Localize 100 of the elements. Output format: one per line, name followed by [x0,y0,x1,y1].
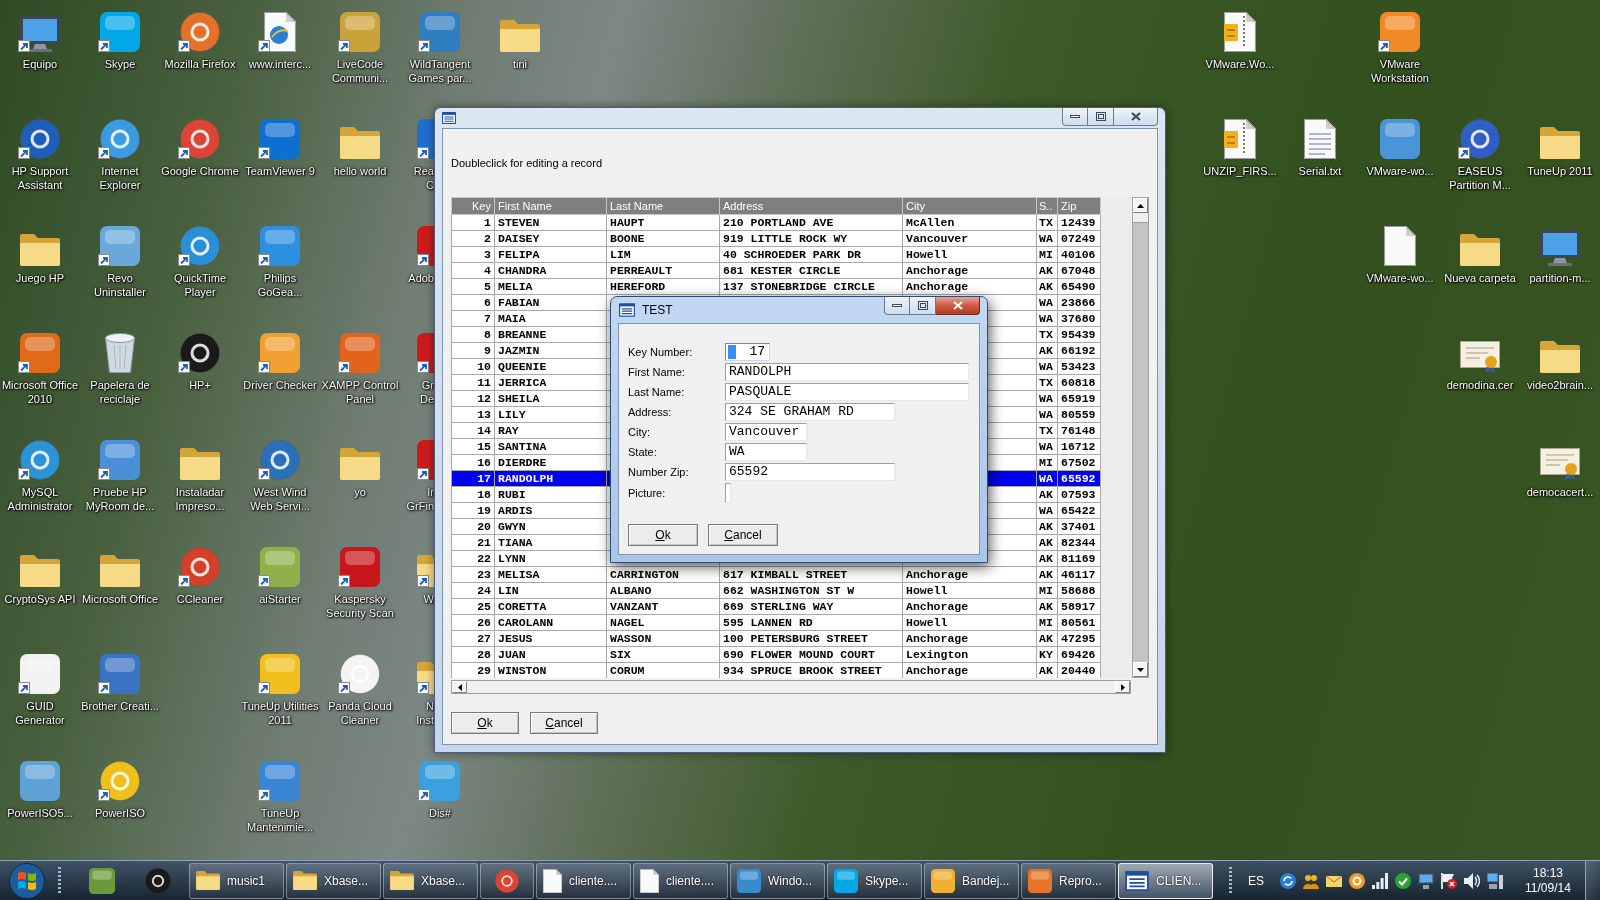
round-app-icon[interactable] [180,12,220,52]
taskbar-button[interactable]: Windo... [730,862,825,899]
app-tile-icon[interactable] [20,654,60,694]
text-field[interactable]: WA [725,443,807,461]
monitor-icon[interactable] [20,16,60,52]
desktop-icon-label[interactable]: GUID Generator [1,699,79,727]
round-app-icon[interactable] [20,119,60,159]
desktop-icon-label[interactable]: VMware Workstation [1361,57,1439,85]
app-tile-icon[interactable] [340,12,380,52]
folder-icon[interactable] [20,234,60,266]
desktop-icon-label[interactable]: PowerISO [94,806,146,820]
desktop-icon-label[interactable]: Brother Creati... [81,699,159,713]
window-icon[interactable] [442,112,456,124]
scroll-right-button[interactable] [1115,681,1130,693]
desktop-icon-label[interactable]: TuneUp Mantenimie... [241,806,319,834]
scroll-down-button[interactable] [1133,662,1148,677]
desktop-icon-label[interactable]: VMware-wo... [1366,271,1434,285]
app-tile-icon[interactable] [260,226,300,266]
app-tile-icon[interactable] [260,547,300,587]
round-app-icon[interactable] [100,761,140,801]
round-app-icon[interactable] [20,440,60,480]
taskbar-button[interactable] [480,862,534,899]
desktop-icon-label[interactable]: tini [512,57,528,71]
desktop-icon-label[interactable]: Microsoft Office 2010 [1,378,79,406]
column-header[interactable]: S.. [1036,197,1058,215]
column-header[interactable]: First Name [494,197,607,215]
round-app-icon[interactable] [180,119,220,159]
app-tile-icon[interactable] [20,333,60,373]
text-field[interactable]: RANDOLPH [725,363,969,381]
round-app-icon[interactable] [180,333,220,373]
folder-icon[interactable] [1540,127,1580,159]
desktop-icon-label[interactable]: UNZIP_FIRS... [1203,164,1277,178]
desktop-icon-label[interactable]: W [423,592,434,606]
language-indicator[interactable]: ES [1248,873,1264,888]
column-header[interactable]: Address [719,197,903,215]
app-tile-icon[interactable] [100,12,140,52]
app-tile-icon[interactable] [260,333,300,373]
desktop-icon-label[interactable]: Mozilla Firefox [164,57,236,71]
round-app-icon[interactable] [1349,872,1365,889]
app-tile-icon[interactable] [100,440,140,480]
zip-file-icon[interactable] [1224,119,1256,159]
desktop-icon-label[interactable]: VMware-wo... [1366,164,1434,178]
number-field[interactable]: 17 [725,343,770,361]
desktop-icon-label[interactable]: EASEUS Partition M... [1441,164,1519,192]
desktop-icon-label[interactable]: Google Chrome [161,164,239,178]
taskbar-button[interactable]: Repro... [1021,862,1116,899]
cancel-button[interactable]: Cancel [530,712,598,734]
desktop-icon-label[interactable]: Gr De [419,378,434,406]
taskbar-button[interactable]: CLIEN... [1118,862,1213,899]
app-tile-icon[interactable] [420,12,460,52]
desktop-icon-label[interactable]: Equipo [22,57,58,71]
taskbar-button[interactable]: cliente.... [536,862,631,899]
round-app-icon[interactable] [145,867,171,894]
picture-field[interactable] [725,483,731,503]
folder-icon[interactable] [1460,234,1500,266]
app-tile-icon[interactable] [1380,12,1420,52]
horizontal-scrollbar[interactable] [451,680,1131,694]
app-tile-icon[interactable] [1380,119,1420,159]
show-desktop-button[interactable] [1585,861,1600,900]
desktop-icon-label[interactable]: Juego HP [15,271,65,285]
app-tile-icon[interactable] [260,119,300,159]
scroll-up-button[interactable] [1133,198,1148,213]
desktop-icon-label[interactable]: Pruebe HP MyRoom de... [81,485,159,513]
computer-icon[interactable] [1487,872,1503,889]
folder-icon[interactable] [1540,341,1580,373]
speaker-icon[interactable] [1464,872,1480,889]
app-tile-icon[interactable] [100,654,140,694]
sync-icon[interactable] [1280,872,1296,889]
check-circle-icon[interactable] [1395,872,1411,889]
monitor-icon[interactable] [1418,872,1434,889]
desktop-icon-label[interactable]: partition-m... [1529,271,1591,285]
ok-button[interactable]: Ok [628,524,698,546]
round-app-icon[interactable] [100,119,140,159]
desktop-icon-label[interactable]: video2brain... [1526,378,1593,392]
desktop-icon-label[interactable]: Driver Checker [243,378,317,392]
desktop-icon-label[interactable]: HP Support Assistant [1,164,79,192]
desktop-icon-label[interactable]: Rea C [413,164,434,192]
desktop-icon-label[interactable]: TuneUp 2011 [1527,164,1593,178]
desktop-icon-label[interactable]: CCleaner [176,592,224,606]
desktop-icon-label[interactable]: PowerISO5... [7,806,73,820]
folder-icon[interactable] [20,555,60,587]
desktop-icon-label[interactable]: HP+ [189,378,211,392]
text-field[interactable]: 324 SE GRAHAM RD [725,403,895,421]
desktop-icon-label[interactable]: yo [354,485,366,499]
desktop-icon-label[interactable]: Serial.txt [1298,164,1342,178]
desktop-icon-label[interactable]: CryptoSys API [4,592,76,606]
desktop-icon-label[interactable]: Nueva carpeta [1444,271,1516,285]
web-page-icon[interactable] [264,12,296,52]
app-tile-icon[interactable] [340,547,380,587]
taskbar-button[interactable]: Xbase... [286,862,381,899]
desktop-icon-label[interactable]: VMware.Wo... [1205,57,1275,71]
desktop-icon-label[interactable]: Microsoft Office [81,592,159,606]
app-tile-icon[interactable] [20,761,60,801]
app-tile-icon[interactable] [420,761,460,801]
round-app-icon[interactable] [1460,119,1500,159]
scroll-thumb[interactable] [1133,213,1148,223]
desktop-icon-label[interactable]: Adob [408,271,434,285]
desktop-icon-label[interactable]: Skype [104,57,136,71]
window-icon[interactable] [619,303,635,317]
desktop-icon-label[interactable]: Philips GoGea... [241,271,319,299]
